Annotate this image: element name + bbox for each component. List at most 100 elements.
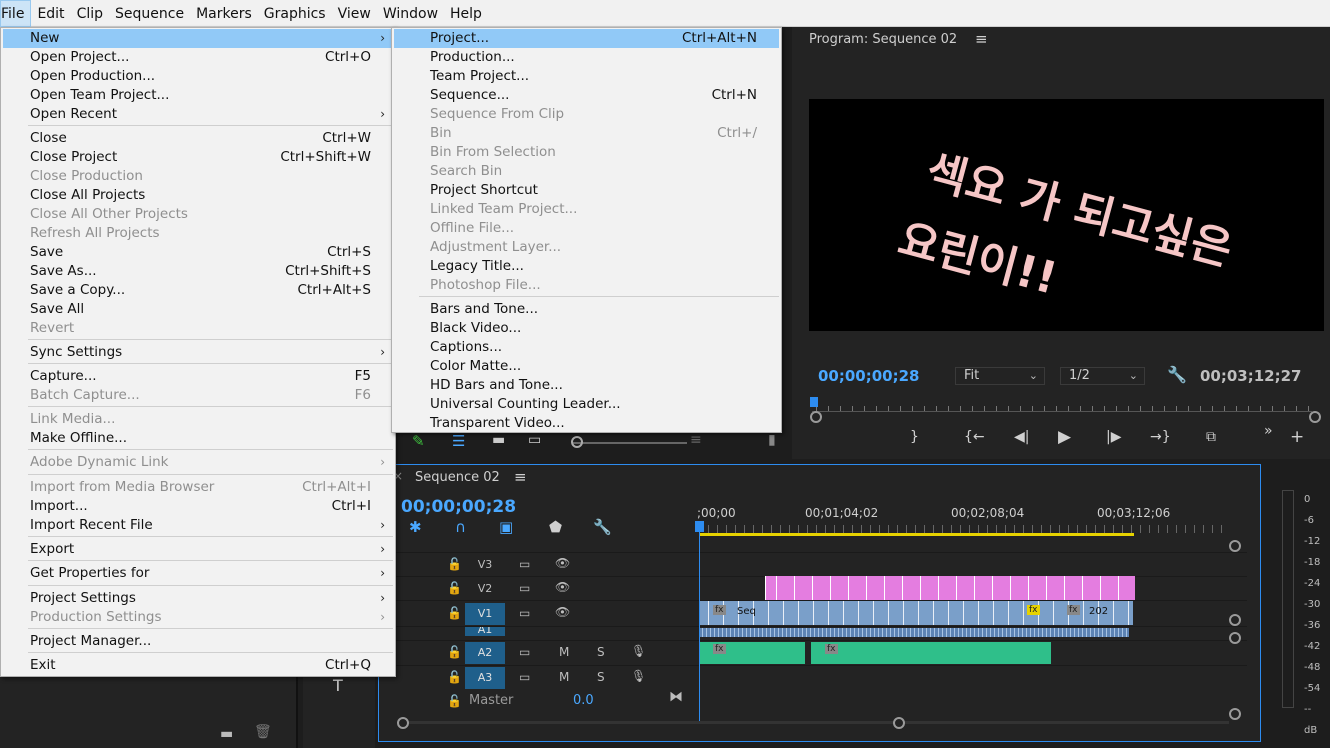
- scroll-end-handle[interactable]: [1309, 411, 1321, 423]
- more-controls-icon[interactable]: »: [1264, 423, 1273, 439]
- file-menu-item-save-as[interactable]: Save As... Ctrl+Shift+S: [3, 262, 393, 281]
- go-to-end-icon[interactable]: ⧓: [669, 689, 683, 705]
- scroll-top-handle[interactable]: [1229, 540, 1241, 552]
- zoom-slider-knob[interactable]: [571, 436, 583, 448]
- new-menu-item-captions[interactable]: Captions...: [394, 338, 779, 357]
- playhead-timecode[interactable]: 00;00;00;28: [818, 367, 920, 385]
- scroll-bottom-handle[interactable]: [1229, 708, 1241, 720]
- work-area-bar[interactable]: [699, 533, 1134, 536]
- a2-clip-1[interactable]: fx: [699, 642, 805, 664]
- scroll-start-handle[interactable]: [810, 411, 822, 423]
- sort-icon[interactable]: ≡: [690, 432, 702, 448]
- file-menu-item-close-project[interactable]: Close Project Ctrl+Shift+W: [3, 148, 393, 167]
- file-menu-item-save-a-copy[interactable]: Save a Copy... Ctrl+Alt+S: [3, 281, 393, 300]
- video-preview[interactable]: 섹요 가 되고싶은 요린이!!: [809, 99, 1324, 331]
- menu-window[interactable]: Window: [377, 0, 444, 27]
- file-menu-item-open-recent[interactable]: Open Recent ›: [3, 105, 393, 124]
- lock-icon[interactable]: 🔓: [447, 581, 462, 595]
- wrench-icon[interactable]: 🔧: [1167, 365, 1187, 384]
- v2-clips[interactable]: [765, 576, 1135, 600]
- play-icon[interactable]: ▶: [1058, 427, 1071, 447]
- sync-lock-icon[interactable]: ▭: [519, 670, 530, 684]
- export-frame-icon[interactable]: ⧉: [1206, 429, 1216, 445]
- master-volume-value[interactable]: 0.0: [573, 693, 594, 708]
- sync-lock-icon[interactable]: ▭: [519, 645, 530, 659]
- file-menu-item-project-manager[interactable]: Project Manager...: [3, 632, 393, 651]
- zoom-level-select[interactable]: Fit ⌄: [955, 367, 1045, 385]
- timeline-time-ruler[interactable]: [699, 525, 1229, 533]
- new-menu-item-production[interactable]: Production...: [394, 48, 779, 67]
- pen-icon[interactable]: ✎: [412, 432, 425, 450]
- file-menu-item-import-from-media-browser[interactable]: Import from Media Browser Ctrl+Alt+I: [3, 478, 393, 497]
- program-zoom-scrollbar[interactable]: [810, 411, 1321, 423]
- menu-sequence[interactable]: Sequence: [109, 0, 190, 27]
- trash-icon[interactable]: 🗑: [254, 724, 272, 740]
- file-menu-item-import-recent-file[interactable]: Import Recent File ›: [3, 516, 393, 535]
- program-monitor-title[interactable]: Program: Sequence 02: [809, 32, 957, 47]
- menu-markers[interactable]: Markers: [190, 0, 258, 27]
- file-menu-item-open-production[interactable]: Open Production...: [3, 67, 393, 86]
- scroll-mid-handle[interactable]: [1229, 632, 1241, 644]
- new-menu-item-bars-and-tone[interactable]: Bars and Tone...: [394, 300, 779, 319]
- icon-view-icon[interactable]: ▬: [492, 432, 505, 448]
- new-menu-item-search-bin[interactable]: Search Bin: [394, 162, 779, 181]
- file-menu-item-project-settings[interactable]: Project Settings ›: [3, 589, 393, 608]
- new-menu-item-universal-counting-leader[interactable]: Universal Counting Leader...: [394, 395, 779, 414]
- file-menu-item-open-project[interactable]: Open Project... Ctrl+O: [3, 48, 393, 67]
- scroll-end-handle[interactable]: [893, 717, 905, 729]
- microphone-icon[interactable]: 🎙: [631, 669, 646, 683]
- file-menu-item-export[interactable]: Export ›: [3, 540, 393, 559]
- file-menu-item-batch-capture[interactable]: Batch Capture... F6: [3, 386, 393, 405]
- file-menu-item-make-offline[interactable]: Make Offline...: [3, 429, 393, 448]
- a1-clips[interactable]: [699, 628, 1129, 637]
- file-menu-item-import[interactable]: Import... Ctrl+I: [3, 497, 393, 516]
- track-label-v3[interactable]: V3: [465, 554, 505, 576]
- eye-icon[interactable]: 👁: [555, 605, 570, 619]
- go-to-in-icon[interactable]: {←: [964, 429, 985, 445]
- menu-edit[interactable]: Edit: [31, 0, 70, 27]
- file-menu-item-exit[interactable]: Exit Ctrl+Q: [3, 656, 393, 675]
- new-menu-item-legacy-title[interactable]: Legacy Title...: [394, 257, 779, 276]
- marker-icon[interactable]: ⬟: [549, 518, 562, 536]
- eye-icon[interactable]: 👁: [555, 580, 570, 594]
- file-menu-item-refresh-all-projects[interactable]: Refresh All Projects: [3, 224, 393, 243]
- lock-icon[interactable]: 🔓: [447, 694, 462, 708]
- sync-lock-icon[interactable]: ▭: [519, 606, 530, 620]
- menu-file[interactable]: File: [0, 0, 32, 27]
- lock-icon[interactable]: 🔓: [447, 606, 462, 620]
- list-view-icon[interactable]: ☰: [452, 432, 465, 450]
- lock-icon[interactable]: 🔓: [447, 645, 462, 659]
- file-menu-item-adobe-dynamic-link[interactable]: Adobe Dynamic Link ›: [3, 453, 393, 472]
- new-menu-item-photoshop-file[interactable]: Photoshop File...: [394, 276, 779, 295]
- folder-icon[interactable]: ▬: [220, 726, 233, 742]
- new-menu-item-color-matte[interactable]: Color Matte...: [394, 357, 779, 376]
- timeline-timecode[interactable]: 00;00;00;28: [401, 497, 516, 517]
- v1-clips[interactable]: fx Seq fx fx 202: [699, 601, 1133, 625]
- track-label-a3[interactable]: A3: [465, 667, 505, 689]
- mark-out-icon[interactable]: }: [910, 429, 919, 445]
- microphone-icon[interactable]: 🎙: [631, 644, 646, 658]
- add-button-icon[interactable]: +: [1290, 427, 1304, 447]
- nest-sequence-icon[interactable]: ✱: [409, 518, 422, 536]
- track-label-v1[interactable]: V1: [465, 603, 505, 625]
- timeline-sequence-tab[interactable]: Sequence 02: [415, 470, 500, 485]
- file-menu-item-close-all-projects[interactable]: Close All Projects: [3, 186, 393, 205]
- file-menu-item-sync-settings[interactable]: Sync Settings ›: [3, 343, 393, 362]
- file-menu-item-save-all[interactable]: Save All: [3, 300, 393, 319]
- file-menu-item-get-properties-for[interactable]: Get Properties for ›: [3, 564, 393, 583]
- menu-help[interactable]: Help: [444, 0, 488, 27]
- file-menu-item-save[interactable]: Save Ctrl+S: [3, 243, 393, 262]
- new-menu-item-adjustment-layer[interactable]: Adjustment Layer...: [394, 238, 779, 257]
- timeline-vertical-scrollbar[interactable]: [1229, 540, 1241, 720]
- file-menu-item-capture[interactable]: Capture... F5: [3, 367, 393, 386]
- type-tool-icon[interactable]: T: [333, 676, 343, 695]
- step-forward-icon[interactable]: |▶: [1106, 429, 1121, 445]
- file-menu-item-close-production[interactable]: Close Production: [3, 167, 393, 186]
- solo-button[interactable]: S: [597, 645, 605, 659]
- wrench-icon[interactable]: 🔧: [593, 518, 612, 536]
- mute-button[interactable]: M: [559, 645, 569, 659]
- lock-icon[interactable]: 🔓: [447, 557, 462, 571]
- menu-graphics[interactable]: Graphics: [258, 0, 332, 27]
- file-menu-item-new[interactable]: New ›: [3, 29, 393, 48]
- freeform-view-icon[interactable]: ▭: [528, 432, 541, 448]
